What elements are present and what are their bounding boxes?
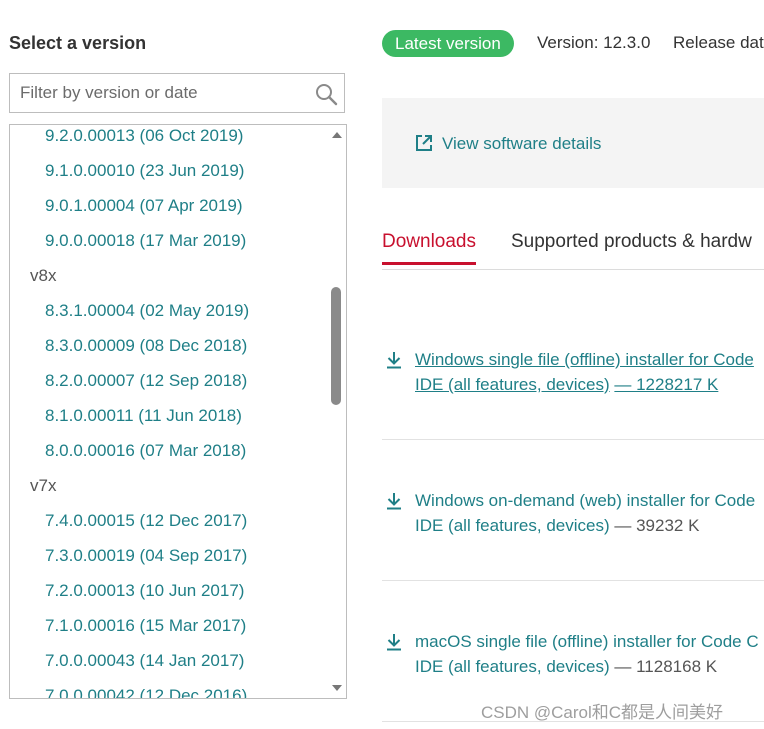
download-text: Windows on-demand (web) installer for Co… xyxy=(415,488,764,538)
watermark: CSDN @Carol和C都是人间美好 xyxy=(481,703,724,722)
scroll-thumb[interactable] xyxy=(331,287,341,405)
version-group-label: v7x xyxy=(30,476,57,495)
filter-box xyxy=(9,73,345,113)
version-list-item[interactable]: 8.1.0.00011 (11 Jun 2018) xyxy=(10,398,328,433)
download-link-line1[interactable]: Windows on-demand (web) installer for Co… xyxy=(415,488,764,513)
version-list-item[interactable]: 8.0.0.00016 (07 Mar 2018) xyxy=(10,433,328,468)
software-details-panel: View software details xyxy=(382,98,764,188)
external-link-icon xyxy=(416,135,432,151)
version-list-item[interactable]: 7.2.0.00013 (10 Jun 2017) xyxy=(10,573,328,608)
view-software-details-label: View software details xyxy=(442,134,602,153)
release-date-label: Release dat xyxy=(673,33,764,52)
view-software-details-link[interactable]: View software details xyxy=(414,133,601,154)
download-item-windows-web: Windows on-demand (web) installer for Co… xyxy=(382,440,764,581)
version-group-label: v8x xyxy=(30,266,57,285)
version-list-item[interactable]: 8.2.0.00007 (12 Sep 2018) xyxy=(10,363,328,398)
page: Select a version 9.2.0.00013 (06 Oct 201… xyxy=(0,0,764,729)
download-icon[interactable] xyxy=(385,633,403,651)
version-list-box: 9.2.0.00013 (06 Oct 2019) 9.1.0.00010 (23… xyxy=(9,124,347,699)
download-icon[interactable] xyxy=(385,351,403,369)
tab-supported-products[interactable]: Supported products & hardw xyxy=(511,231,752,253)
download-size: — 39232 K xyxy=(614,516,700,535)
scroll-up-arrow-icon[interactable] xyxy=(332,132,342,138)
version-list-item[interactable]: 7.4.0.00015 (12 Dec 2017) xyxy=(10,503,328,538)
version-list-item[interactable]: 8.3.0.00009 (08 Dec 2018) xyxy=(10,328,328,363)
version-list-item[interactable]: 7.3.0.00019 (04 Sep 2017) xyxy=(10,538,328,573)
download-link-line2[interactable]: IDE (all features, devices) xyxy=(415,375,610,394)
download-size: — 1228217 K xyxy=(614,375,719,394)
download-link-line2[interactable]: IDE (all features, devices) xyxy=(415,516,610,535)
version-list-item[interactable]: 9.0.0.00018 (17 Mar 2019) xyxy=(10,223,328,258)
download-item-windows-offline: Windows single file (offline) installer … xyxy=(382,299,764,440)
tab-downloads[interactable]: Downloads xyxy=(382,231,476,265)
version-list: 9.2.0.00013 (06 Oct 2019) 9.1.0.00010 (23… xyxy=(10,125,328,698)
latest-version-badge: Latest version xyxy=(382,30,514,57)
download-link-line1[interactable]: Windows single file (offline) installer … xyxy=(415,347,764,372)
download-size: — 1128168 K xyxy=(614,657,718,676)
version-list-item[interactable]: 7.1.0.00016 (15 Mar 2017) xyxy=(10,608,328,643)
version-label: Version: 12.3.0 xyxy=(537,33,651,52)
version-list-item[interactable]: 7.0.0.00043 (14 Jan 2017) xyxy=(10,643,328,678)
version-list-item[interactable]: 9.0.1.00004 (07 Apr 2019) xyxy=(10,188,328,223)
download-text: Windows single file (offline) installer … xyxy=(415,347,764,397)
download-icon[interactable] xyxy=(385,492,403,510)
version-list-item[interactable]: 8.3.1.00004 (02 May 2019) xyxy=(10,293,328,328)
download-link-line1[interactable]: macOS single file (offline) installer fo… xyxy=(415,629,764,654)
search-icon[interactable] xyxy=(314,82,338,106)
tabs-bar: Downloads Supported products & hardw xyxy=(382,231,764,270)
version-list-item[interactable]: 9.2.0.00013 (06 Oct 2019) xyxy=(10,125,328,153)
version-list-scrollbar[interactable] xyxy=(328,125,346,698)
download-link-line2[interactable]: IDE (all features, devices) xyxy=(415,657,610,676)
version-list-item[interactable]: 9.1.0.00010 (23 Jun 2019) xyxy=(10,153,328,188)
scroll-down-arrow-icon[interactable] xyxy=(332,685,342,691)
select-version-title: Select a version xyxy=(9,33,147,53)
download-text: macOS single file (offline) installer fo… xyxy=(415,629,764,679)
version-list-item[interactable]: 7.0.0.00042 (12 Dec 2016) xyxy=(10,678,328,698)
filter-input[interactable] xyxy=(10,74,310,112)
